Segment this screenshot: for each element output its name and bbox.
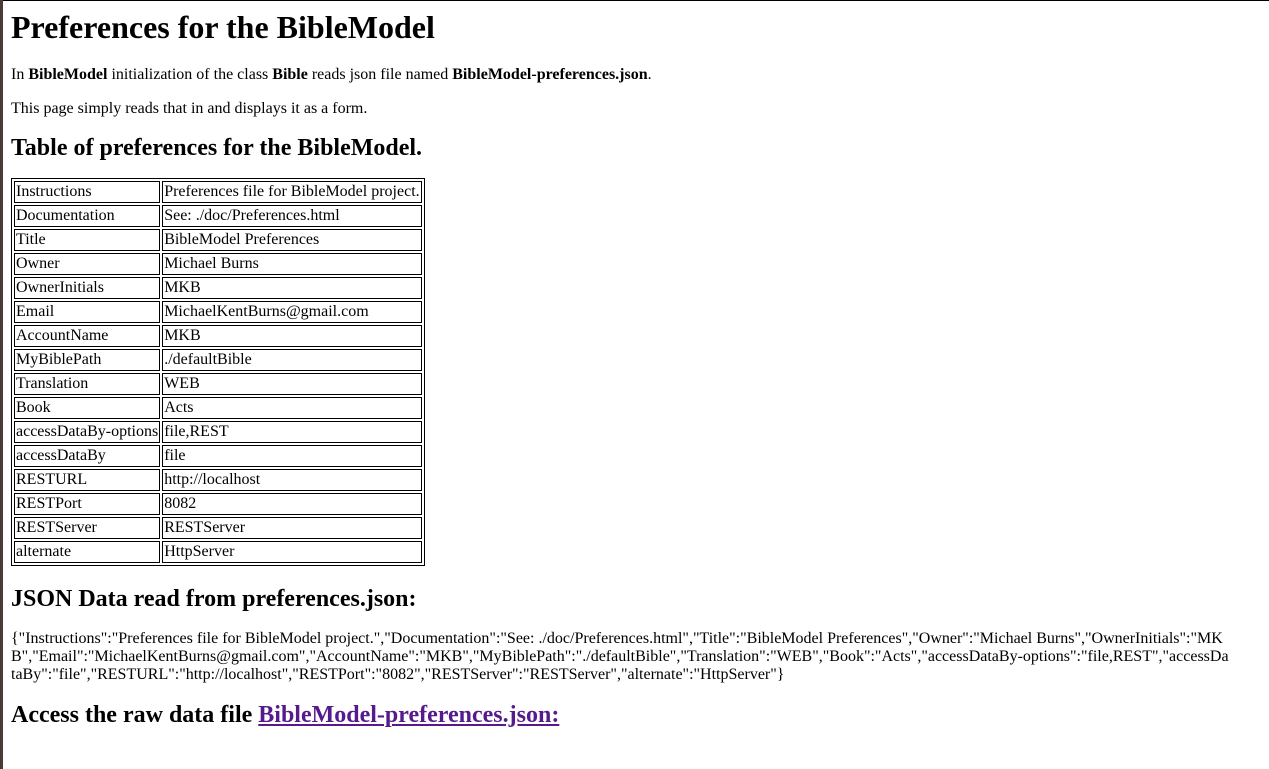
page-title: Preferences for the BibleModel bbox=[11, 9, 435, 45]
json-heading: JSON Data read from preferences.json: bbox=[11, 586, 417, 612]
pref-value-cell: http://localhost bbox=[162, 469, 422, 491]
table-row: RESTPort 8082 bbox=[14, 493, 422, 515]
pref-value-cell: 8082 bbox=[162, 493, 422, 515]
pref-value-cell: MKB bbox=[162, 277, 422, 299]
intro-paragraph-2: This page simply reads that in and displ… bbox=[11, 100, 368, 117]
pref-value-cell: Acts bbox=[162, 397, 422, 419]
pref-key-cell: Documentation bbox=[14, 205, 161, 227]
table-row: Documentation See: ./doc/Preferences.html bbox=[14, 205, 422, 227]
pref-key-cell: Title bbox=[14, 229, 161, 251]
table-row: accessDataBy file bbox=[14, 445, 422, 467]
pref-value-cell: ./defaultBible bbox=[162, 349, 422, 371]
preferences-table: Instructions Preferences file for BibleMo… bbox=[11, 178, 425, 566]
table-heading: Table of preferences for the BibleModel. bbox=[11, 135, 423, 161]
table-row: MyBiblePath ./defaultBible bbox=[14, 349, 422, 371]
pref-key-cell: alternate bbox=[14, 541, 161, 563]
table-row: Instructions Preferences file for BibleMo… bbox=[14, 181, 422, 203]
pref-key-cell: accessDataBy-options bbox=[14, 421, 161, 443]
page-content: Preferences for the BibleModel In BibleM… bbox=[11, 0, 1261, 729]
json-data-text: {"Instructions":"Preferences file for Bi… bbox=[11, 630, 1229, 683]
pref-key-cell: MyBiblePath bbox=[14, 349, 161, 371]
pref-value-cell: Preferences file for BibleModel project. bbox=[162, 181, 422, 203]
intro-text-3: reads json file named bbox=[307, 66, 453, 83]
pref-value-cell: file,REST bbox=[162, 421, 422, 443]
intro-bold-filename: BibleModel-preferences.json bbox=[452, 66, 648, 83]
pref-value-cell: MichaelKentBurns@gmail.com bbox=[162, 301, 422, 323]
table-row: Owner Michael Burns bbox=[14, 253, 422, 275]
pref-key-cell: Book bbox=[14, 397, 161, 419]
intro-paragraph: In BibleModel initialization of the clas… bbox=[11, 66, 1261, 84]
pref-key-cell: accessDataBy bbox=[14, 445, 161, 467]
table-row: alternate HttpServer bbox=[14, 541, 422, 563]
raw-data-heading: Access the raw data file BibleModel-pref… bbox=[11, 701, 1261, 729]
pref-key-cell: Instructions bbox=[14, 181, 161, 203]
pref-value-cell: RESTServer bbox=[162, 517, 422, 539]
pref-value-cell: HttpServer bbox=[162, 541, 422, 563]
intro-text-4: . bbox=[647, 66, 652, 83]
table-row: RESTServer RESTServer bbox=[14, 517, 422, 539]
pref-value-cell: See: ./doc/Preferences.html bbox=[162, 205, 422, 227]
pref-value-cell: BibleModel Preferences bbox=[162, 229, 422, 251]
pref-key-cell: Owner bbox=[14, 253, 161, 275]
table-row: Email MichaelKentBurns@gmail.com bbox=[14, 301, 422, 323]
pref-key-cell: OwnerInitials bbox=[14, 277, 161, 299]
pref-value-cell: WEB bbox=[162, 373, 422, 395]
pref-key-cell: RESTPort bbox=[14, 493, 161, 515]
raw-data-file-link[interactable]: BibleModel-preferences.json: bbox=[258, 702, 559, 728]
table-row: Translation WEB bbox=[14, 373, 422, 395]
table-row: Book Acts bbox=[14, 397, 422, 419]
intro-bold-biblemodel: BibleModel bbox=[28, 66, 108, 83]
table-row: accessDataBy-options file,REST bbox=[14, 421, 422, 443]
table-row: AccountName MKB bbox=[14, 325, 422, 347]
pref-value-cell: file bbox=[162, 445, 422, 467]
pref-value-cell: Michael Burns bbox=[162, 253, 422, 275]
pref-key-cell: AccountName bbox=[14, 325, 161, 347]
table-row: RESTURL http://localhost bbox=[14, 469, 422, 491]
pref-key-cell: RESTURL bbox=[14, 469, 161, 491]
raw-data-heading-text: Access the raw data file bbox=[11, 702, 259, 728]
pref-key-cell: Translation bbox=[14, 373, 161, 395]
intro-bold-bible: Bible bbox=[272, 66, 308, 83]
pref-value-cell: MKB bbox=[162, 325, 422, 347]
pref-key-cell: Email bbox=[14, 301, 161, 323]
window-left-border bbox=[0, 0, 3, 769]
table-row: OwnerInitials MKB bbox=[14, 277, 422, 299]
intro-text-1: In bbox=[11, 66, 29, 83]
intro-text-2: initialization of the class bbox=[107, 66, 273, 83]
table-row: Title BibleModel Preferences bbox=[14, 229, 422, 251]
pref-key-cell: RESTServer bbox=[14, 517, 161, 539]
